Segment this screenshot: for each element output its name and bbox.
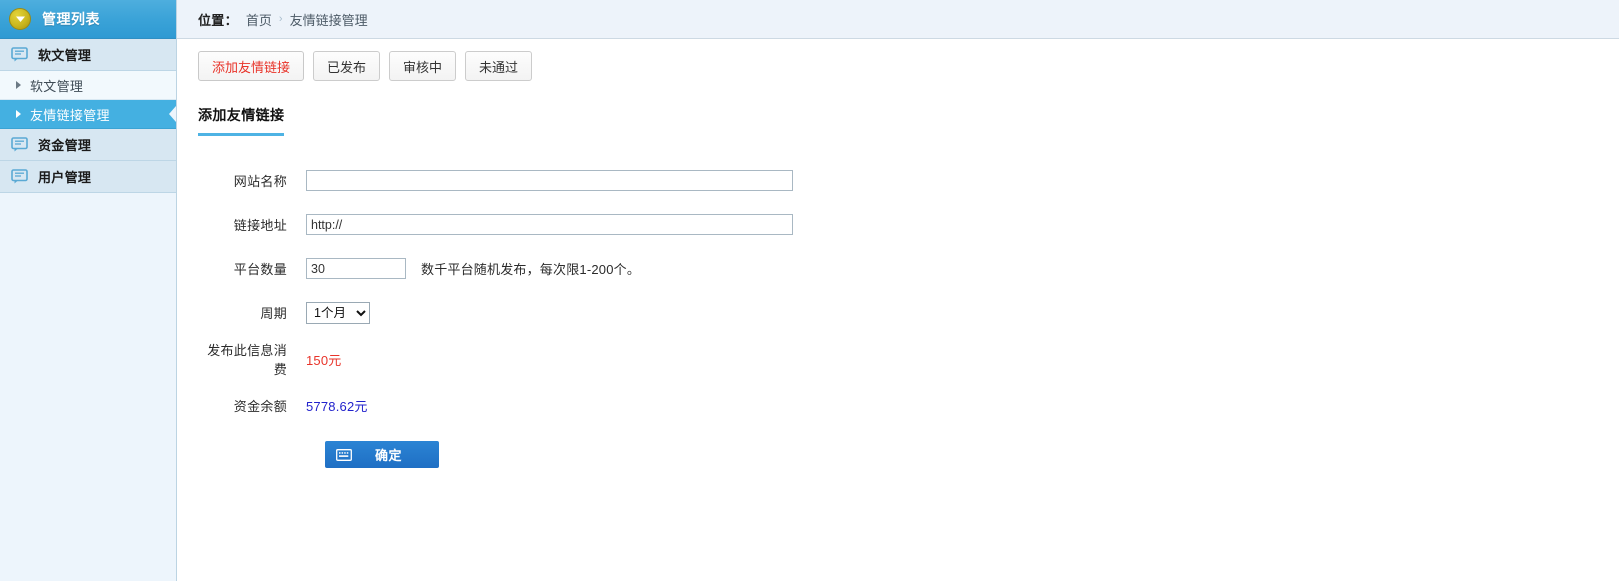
link-url-label: 链接地址 xyxy=(233,218,287,233)
period-label: 周期 xyxy=(260,306,287,321)
site-name-input[interactable] xyxy=(306,170,793,191)
speech-bubble-icon xyxy=(11,47,28,62)
sidebar-header-title: 管理列表 xyxy=(42,11,100,27)
chevron-right-icon xyxy=(16,81,21,89)
sidebar-section-yonghu[interactable]: 用户管理 xyxy=(0,161,176,193)
chevron-down-circle-icon xyxy=(9,8,31,30)
breadcrumb-current: 友情链接管理 xyxy=(289,12,368,28)
tab-published[interactable]: 已发布 xyxy=(313,51,381,81)
breadcrumb-separator-icon: › xyxy=(278,13,283,25)
sidebar-item-ruanwen-guanli[interactable]: 软文管理 xyxy=(0,71,176,100)
form-row-site-name: 网站名称 xyxy=(198,164,1619,197)
keyboard-icon xyxy=(336,448,352,461)
sidebar-item-youqing-lianjie[interactable]: 友情链接管理 xyxy=(0,100,176,129)
form-row-link-url: 链接地址 xyxy=(198,208,1619,241)
tab-rejected[interactable]: 未通过 xyxy=(465,51,533,81)
link-url-input[interactable] xyxy=(306,214,793,235)
form-row-platform-count: 平台数量 数千平台随机发布，每次限1-200个。 xyxy=(198,252,1619,285)
sidebar-item-label: 友情链接管理 xyxy=(30,107,110,123)
chevron-right-icon xyxy=(16,110,21,118)
sidebar: 管理列表 软文管理 软文管理 友情链接管理 资金管理 用户管理 xyxy=(0,0,177,581)
platform-count-input[interactable] xyxy=(306,258,406,279)
speech-bubble-icon xyxy=(11,137,28,152)
add-friendly-link-form: 网站名称 链接地址 平台数量 数千平台随机发布，每次限1-200个。 周期 1个… xyxy=(198,164,1619,468)
form-panel: 添加友情链接 网站名称 链接地址 平台数量 数千平台随机发布，每次限1-200个… xyxy=(177,81,1619,468)
breadcrumb-home-link[interactable]: 首页 xyxy=(246,10,272,29)
balance-label: 资金余额 xyxy=(233,399,287,414)
sidebar-section-label: 软文管理 xyxy=(38,48,92,63)
tab-bar: 添加友情链接 已发布 审核中 未通过 xyxy=(177,39,1619,81)
confirm-button[interactable]: 确定 xyxy=(325,441,439,468)
platform-count-label: 平台数量 xyxy=(233,262,287,277)
cost-value: 150元 xyxy=(306,352,342,368)
site-name-label: 网站名称 xyxy=(233,174,287,189)
sidebar-section-ruanwen[interactable]: 软文管理 xyxy=(0,39,176,71)
main-content: 位置： 首页 › 友情链接管理 添加友情链接 已发布 审核中 未通过 添加友情链… xyxy=(177,0,1619,581)
period-select[interactable]: 1个月 xyxy=(306,301,370,324)
panel-title: 添加友情链接 xyxy=(198,105,285,136)
speech-bubble-icon xyxy=(11,169,28,184)
cost-label: 发布此信息消费 xyxy=(207,343,287,377)
sidebar-section-label: 资金管理 xyxy=(38,138,92,153)
sidebar-section-zijin[interactable]: 资金管理 xyxy=(0,129,176,161)
sidebar-item-label: 软文管理 xyxy=(30,78,84,94)
breadcrumb-label: 位置： xyxy=(198,12,238,28)
balance-value: 5778.62元 xyxy=(306,399,368,414)
form-row-submit: 确定 xyxy=(198,441,1619,468)
sidebar-section-label: 用户管理 xyxy=(38,170,92,185)
active-indicator-notch xyxy=(169,106,176,122)
platform-count-hint: 数千平台随机发布，每次限1-200个。 xyxy=(421,262,641,277)
sidebar-header[interactable]: 管理列表 xyxy=(0,0,176,39)
form-row-period: 周期 1个月 xyxy=(198,296,1619,329)
breadcrumb: 位置： 首页 › 友情链接管理 xyxy=(177,0,1619,39)
tab-add-friendly-link[interactable]: 添加友情链接 xyxy=(198,51,305,81)
tab-reviewing[interactable]: 审核中 xyxy=(389,51,457,81)
confirm-button-label: 确定 xyxy=(374,448,402,463)
form-row-balance: 资金余额 5778.62元 xyxy=(198,389,1619,422)
app-root: 管理列表 软文管理 软文管理 友情链接管理 资金管理 用户管理 位置： 首页 ›… xyxy=(0,0,1619,581)
form-row-cost: 发布此信息消费 150元 xyxy=(198,340,1619,378)
